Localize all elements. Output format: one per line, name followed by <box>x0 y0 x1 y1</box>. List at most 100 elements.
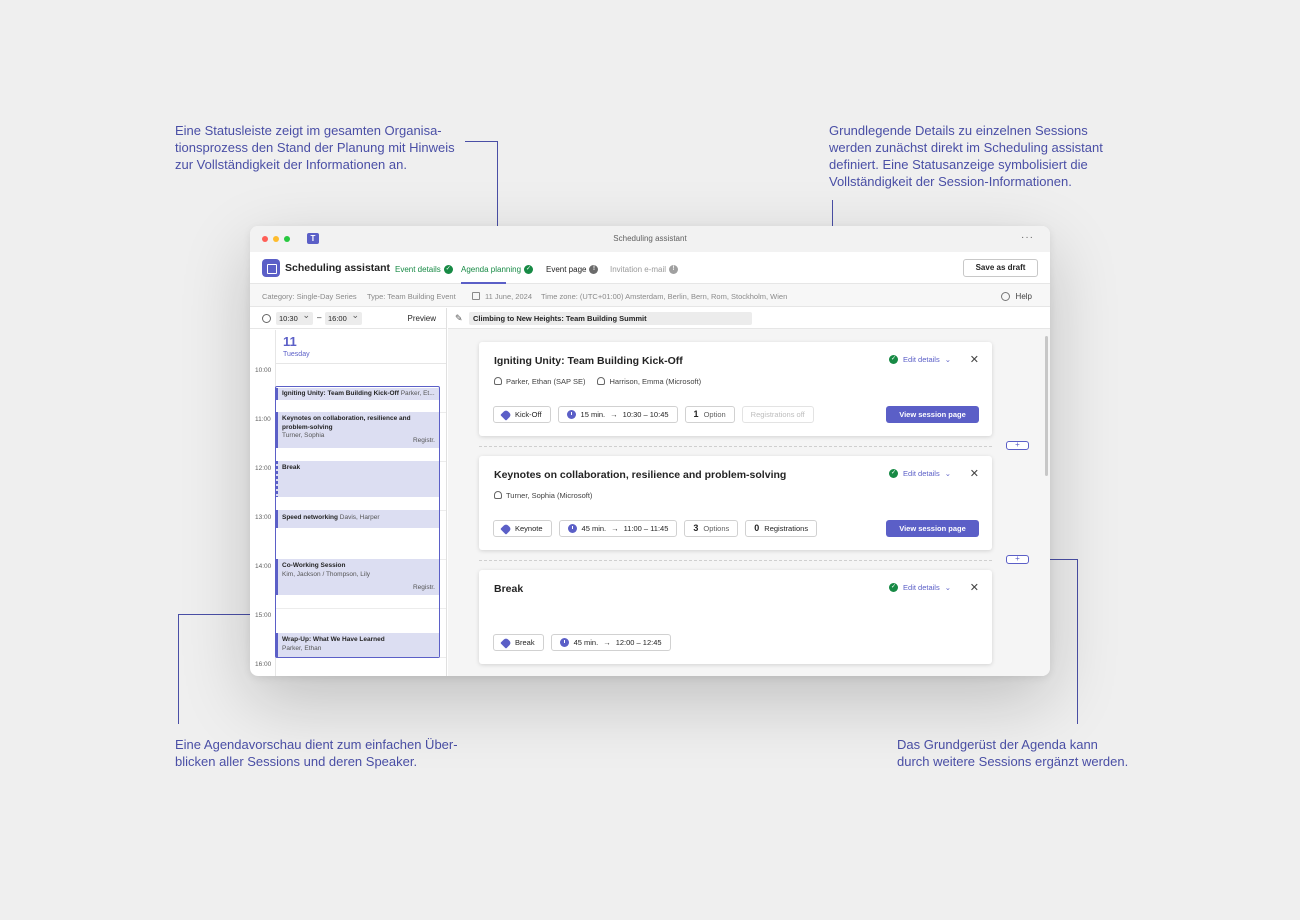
arrow-right-icon: → <box>603 638 611 647</box>
event-title: Wrap-Up: What We Have Learned <box>282 636 385 643</box>
session-title: Break <box>494 583 524 595</box>
time-label: 11:00 – 11:45 <box>623 524 669 533</box>
people-icon <box>494 377 502 385</box>
session-title: Igniting Unity: Team Building Kick-Off <box>494 355 683 367</box>
edit-details-dropdown[interactable]: ✓ Edit details ⌄ <box>889 583 951 592</box>
speaker-name: Parker, Ethan (SAP SE) <box>506 377 586 386</box>
hour-label: 10:00 <box>255 367 272 374</box>
registrations-chip: Registrations off <box>741 406 814 423</box>
pencil-icon: ✎ <box>455 313 463 323</box>
event-title: Igniting Unity: Team Building Kick-Off <box>282 390 399 397</box>
close-icon[interactable]: ✕ <box>970 581 979 594</box>
chevron-down-icon: ⌄ <box>944 355 951 364</box>
add-session-button[interactable]: + <box>1006 555 1029 564</box>
person-icon <box>597 377 606 385</box>
hour-label: 16:00 <box>255 661 272 668</box>
calendar-event[interactable]: Keynotes on collaboration, resilience an… <box>276 412 439 448</box>
start-time-select[interactable]: 10:30 <box>276 309 313 325</box>
session-card: Keynotes on collaboration, resilience an… <box>479 456 992 550</box>
category-label: Kick-Off <box>515 410 542 419</box>
duration-chip[interactable]: 15 min. → 10:30 – 10:45 <box>557 406 678 423</box>
close-icon[interactable]: ✕ <box>970 467 979 480</box>
view-session-page-button[interactable]: View session page <box>886 406 979 423</box>
hour-label: 13:00 <box>255 514 272 521</box>
event-info-bar: Category: Single-Day Series Type: Team B… <box>250 284 1050 307</box>
session-speakers: Parker, Ethan (SAP SE) Harrison, Emma (M… <box>494 377 701 386</box>
add-session-button[interactable]: + <box>1006 441 1029 450</box>
category-chip[interactable]: Break <box>493 634 544 651</box>
calendar-event[interactable]: Igniting Unity: Team Building Kick-Off P… <box>276 388 439 400</box>
tab-label: Invitation e-mail <box>610 264 667 274</box>
tab-invitation-email[interactable]: Invitation e-mail ! <box>610 264 679 274</box>
scrollbar[interactable] <box>1045 336 1048 476</box>
event-speaker: Turner, Sophia <box>282 432 325 439</box>
clock-icon <box>262 314 271 323</box>
event-title-input[interactable]: Climbing to New Heights: Team Building S… <box>469 312 752 325</box>
calendar-event[interactable]: Speed networking Davis, Harper <box>276 510 439 528</box>
calendar-icon <box>472 292 480 300</box>
category-info: Category: Single-Day Series <box>262 292 357 301</box>
chevron-down-icon: ⌄ <box>944 469 951 478</box>
day-name: Tuesday <box>283 351 310 358</box>
preview-button[interactable]: Preview <box>408 314 436 323</box>
tag-icon <box>500 408 512 421</box>
session-speakers: Turner, Sophia (Microsoft) <box>494 491 592 500</box>
annotation-status-bar: Eine Statusleiste zeigt im gesamten Orga… <box>175 123 455 172</box>
options-chip[interactable]: 3 Options <box>684 520 739 537</box>
duration-label: 45 min. <box>573 638 599 647</box>
speaker: Turner, Sophia (Microsoft) <box>494 491 592 500</box>
duration-chip[interactable]: 45 min. → 12:00 – 12:45 <box>550 634 671 651</box>
complete-check-icon: ✓ <box>889 469 899 478</box>
category-chip[interactable]: Keynote <box>493 520 552 537</box>
tag-icon <box>500 636 512 649</box>
annotation-session-details: Grundlegende Details zu einzelnen Sessio… <box>829 123 1103 189</box>
complete-check-icon: ✓ <box>524 264 534 274</box>
clock-icon <box>567 524 577 533</box>
session-title: Keynotes on collaboration, resilience an… <box>494 469 787 481</box>
options-label: Options <box>703 524 730 533</box>
day-header: 11 Tuesday <box>275 330 446 364</box>
edit-details-dropdown[interactable]: ✓ Edit details ⌄ <box>889 469 951 478</box>
tab-event-page[interactable]: Event page ! <box>546 264 599 274</box>
help-link[interactable]: Help <box>1016 292 1032 301</box>
info-icon: ! <box>589 264 599 274</box>
tag-icon <box>500 522 512 535</box>
tab-event-details[interactable]: Event details ✓ <box>395 264 453 274</box>
category-chip[interactable]: Kick-Off <box>493 406 551 423</box>
event-title: Co-Working Session <box>282 562 346 569</box>
edit-details-dropdown[interactable]: ✓ Edit details ⌄ <box>889 355 951 364</box>
registrations-count: 0 <box>754 523 760 533</box>
title-bar: T Scheduling assistant ··· <box>250 226 1050 252</box>
window-title: Scheduling assistant <box>613 234 687 243</box>
calendar-event[interactable]: Wrap-Up: What We Have Learned Parker, Et… <box>276 633 439 657</box>
complete-check-icon: ✓ <box>889 355 899 364</box>
more-options-icon[interactable]: ··· <box>1021 232 1034 243</box>
hour-label: 15:00 <box>255 612 272 619</box>
app-name: Scheduling assistant <box>285 262 391 274</box>
type-info: Type: Team Building Event <box>367 292 456 301</box>
event-title: Break <box>282 464 301 471</box>
options-chip[interactable]: 1 Option <box>684 406 735 423</box>
registrations-chip[interactable]: 0 Registrations <box>745 520 818 537</box>
duration-chip[interactable]: 45 min. → 11:00 – 11:45 <box>558 520 678 537</box>
tab-agenda-planning[interactable]: Agenda planning ✓ <box>461 264 534 274</box>
scheduling-app-icon <box>262 259 280 277</box>
complete-check-icon: ✓ <box>443 264 453 274</box>
edit-details-label: Edit details <box>903 583 940 592</box>
options-count: 1 <box>693 409 699 419</box>
day-number: 11 <box>283 334 297 349</box>
view-session-page-button[interactable]: View session page <box>886 520 979 537</box>
calendar-event[interactable]: Co-Working Session Kim, Jackson / Thomps… <box>276 559 439 595</box>
help-icon[interactable] <box>1001 292 1010 301</box>
session-divider <box>479 446 992 447</box>
arrow-right-icon: → <box>610 410 618 419</box>
tab-label: Event page <box>546 264 587 274</box>
event-title: Speed networking <box>282 514 338 521</box>
tab-label: Agenda planning <box>461 264 522 274</box>
end-time-select[interactable]: 16:00 <box>325 309 362 325</box>
save-as-draft-button[interactable]: Save as draft <box>963 259 1038 277</box>
category-label: Break <box>515 638 535 647</box>
calendar-event-break[interactable]: Break <box>276 461 439 497</box>
annotation-add-sessions: Das Grundgerüst der Agenda kann durch we… <box>897 737 1129 769</box>
close-icon[interactable]: ✕ <box>970 353 979 366</box>
